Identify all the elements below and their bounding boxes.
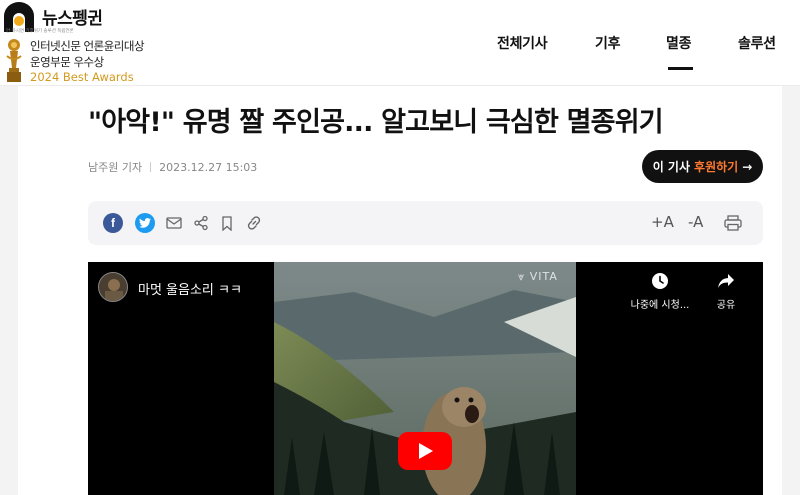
support-accent: 후원하기 (694, 160, 739, 174)
nav-item-extinction[interactable]: 멸종 (666, 33, 691, 53)
share-icon[interactable] (191, 213, 211, 233)
logo-text: 뉴스펭귄 (42, 9, 103, 29)
meta-divider (150, 162, 152, 172)
twitter-icon[interactable] (135, 213, 155, 233)
nav-item-all-articles[interactable]: 전체기사 (497, 33, 548, 53)
nav-active-indicator (668, 67, 693, 70)
left-gutter (0, 86, 18, 495)
youtube-play-button[interactable] (398, 432, 452, 470)
award-line-2: 운영부문 우수상 (30, 55, 104, 69)
channel-avatar[interactable] (98, 272, 128, 302)
video-share-label: 공유 (716, 300, 736, 311)
share-arrow-icon (718, 274, 734, 288)
bookmark-icon[interactable] (217, 213, 237, 233)
arrow-right-icon: → (742, 159, 753, 174)
watch-later-button[interactable]: 나중에 시청... (625, 272, 695, 311)
article-author[interactable]: 남주원 기자 (88, 161, 142, 174)
support-prefix: 이 기사 (652, 160, 691, 174)
nav-item-solution[interactable]: 솔루션 (738, 33, 776, 53)
award-line-3: 2024 Best Awards (30, 70, 134, 84)
site-header: 뉴스펭귄 안 하시면 기후위기 솔루션 독립언론 인터넷신문 언론윤리대상 운영… (0, 0, 800, 86)
video-title[interactable]: 마멋 울음소리 ㅋㅋ (138, 279, 242, 298)
clock-icon (652, 273, 668, 289)
award-line-1: 인터넷신문 언론윤리대상 (30, 39, 145, 53)
print-icon[interactable] (723, 213, 743, 233)
share-toolbar: f +A -A (88, 201, 763, 245)
article-date: 2023.12.27 15:03 (159, 161, 258, 174)
article-title: "아악!" 유명 짤 주인공... 알고보니 극심한 멸종위기 (88, 107, 664, 138)
site-logo[interactable]: 뉴스펭귄 안 하시면 기후위기 솔루션 독립언론 인터넷신문 언론윤리대상 운영… (2, 0, 152, 86)
video-watermark: ⩔ VITA (518, 270, 558, 284)
nav-item-climate[interactable]: 기후 (595, 33, 620, 53)
watch-later-label: 나중에 시청... (630, 300, 690, 311)
video-share-button[interactable]: 공유 (691, 272, 761, 311)
right-gutter (782, 86, 800, 495)
trophy-icon (6, 39, 22, 82)
watermark-text: VITA (529, 270, 558, 283)
font-increase-button[interactable]: +A (651, 213, 674, 231)
link-icon[interactable] (244, 213, 264, 233)
logo-slogan: 안 하시면 기후위기 솔루션 독립언론 (6, 29, 74, 34)
page: 뉴스펭귄 안 하시면 기후위기 솔루션 독립언론 인터넷신문 언론윤리대상 운영… (0, 0, 800, 495)
play-icon (419, 443, 433, 459)
support-article-button[interactable]: 이 기사 후원하기 → (642, 150, 763, 183)
facebook-icon[interactable]: f (103, 213, 123, 233)
vita-logo-icon: ⩔ (518, 270, 530, 283)
video-player[interactable]: 마멋 울음소리 ㅋㅋ ⩔ VITA 나중에 시청... 공유 (88, 262, 763, 495)
article-meta: 남주원 기자 2023.12.27 15:03 (88, 159, 257, 175)
mail-icon[interactable] (164, 213, 184, 233)
font-decrease-button[interactable]: -A (688, 213, 703, 231)
